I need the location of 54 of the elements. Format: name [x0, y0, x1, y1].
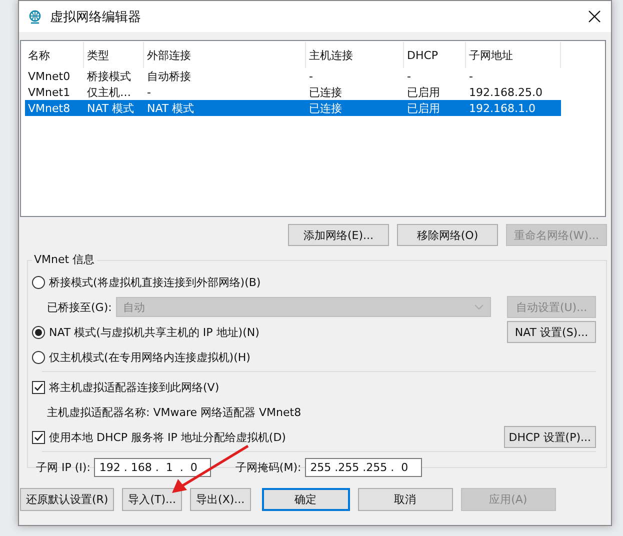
close-icon[interactable] — [588, 10, 601, 23]
table-cell-text: 已启用 — [406, 100, 441, 116]
column-header[interactable]: DHCP — [404, 42, 466, 68]
table-cell-text: 192.168.25.0 — [468, 86, 544, 98]
table-cell-text: 桥接模式 — [86, 68, 132, 84]
column-header[interactable]: 类型 — [84, 42, 144, 68]
host-only-radio[interactable]: 仅主机模式(在专用网络内连接虚拟机)(H) — [32, 350, 250, 364]
dialog-button[interactable]: 取消 — [358, 488, 453, 511]
table-cell-text: - — [308, 70, 314, 82]
globe-icon — [28, 10, 42, 24]
adapter-name-text: 主机虚拟适配器名称: VMware 网络适配器 VMnet8 — [47, 404, 302, 420]
table-cell-text: NAT 模式 — [86, 100, 136, 116]
nat-settings-button[interactable]: NAT 设置(S)... — [507, 321, 596, 343]
table-cell-text: NAT 模式 — [146, 100, 196, 116]
table-row[interactable]: VMnet8 NAT 模式 NAT 模式 已连接 已启用 192.168.1.0 — [25, 100, 561, 116]
dialog-button[interactable]: 导出(X)... — [190, 488, 251, 511]
dialog-button[interactable]: 确定 — [262, 488, 350, 511]
group-title: VMnet 信息 — [32, 252, 97, 267]
table-cell-text: 192.168.1.0 — [468, 102, 536, 114]
check-icon — [33, 382, 44, 392]
table-cell-text: 已连接 — [308, 84, 343, 100]
table-cell-text: 已启用 — [406, 84, 441, 100]
table-cell-text: - — [146, 86, 152, 98]
subnet-ip-field[interactable]: 192 . 168 . 1 . 0 — [94, 458, 212, 476]
use-dhcp-checkbox[interactable]: 使用本地 DHCP 服务将 IP 地址分配给虚拟机(D) — [32, 430, 286, 444]
subnet-mask-field[interactable]: 255 .255 .255 . 0 — [305, 458, 422, 476]
table-row[interactable]: VMnet1 仅主机… - 已连接 已启用 192.168.25.0 — [25, 84, 561, 100]
table-cell-text: 已连接 — [308, 100, 343, 116]
window-title: 虚拟网络编辑器 — [50, 8, 142, 26]
subnet-ip-label: 子网 IP (I): — [36, 460, 90, 474]
table-cell-text: 自动桥接 — [146, 68, 192, 84]
connect-adapter-checkbox[interactable]: 将主机虚拟适配器连接到此网络(V) — [32, 380, 220, 394]
table-cell-text: VMnet0 — [27, 70, 72, 82]
check-icon — [33, 432, 44, 442]
column-header[interactable]: 外部连接 — [144, 42, 306, 68]
table-row[interactable]: VMnet0 桥接模式 自动桥接 - - - — [25, 68, 561, 84]
nat-mode-radio[interactable]: NAT 模式(与虚拟机共享主机的 IP 地址)(N) — [32, 324, 260, 340]
subnet-mask-label: 子网掩码(M): — [235, 460, 302, 474]
network-button[interactable]: 移除网络(O) — [397, 224, 498, 246]
table-cell-text: VMnet8 — [27, 102, 72, 114]
table-cell-text: - — [468, 70, 474, 82]
bridged-to-label: 已桥接至(G): — [47, 300, 112, 314]
column-header[interactable]: 名称 — [25, 42, 84, 68]
column-header[interactable]: 子网地址 — [466, 42, 561, 68]
dhcp-settings-button[interactable]: DHCP 设置(P)... — [504, 426, 596, 448]
table-cell-text: VMnet1 — [27, 86, 72, 98]
bridge-mode-radio[interactable]: 桥接模式(将虚拟机直接连接到外部网络)(B) — [32, 274, 261, 290]
table-cell-text: 仅主机… — [86, 84, 132, 100]
chevron-down-icon — [474, 304, 484, 310]
table-cell-text: - — [406, 70, 412, 82]
column-header[interactable]: 主机连接 — [306, 42, 404, 68]
network-button[interactable]: 添加网络(E)... — [288, 224, 389, 246]
dialog-button[interactable]: 还原默认设置(R) — [20, 488, 114, 511]
dialog-button[interactable]: 导入(T)... — [122, 488, 182, 511]
